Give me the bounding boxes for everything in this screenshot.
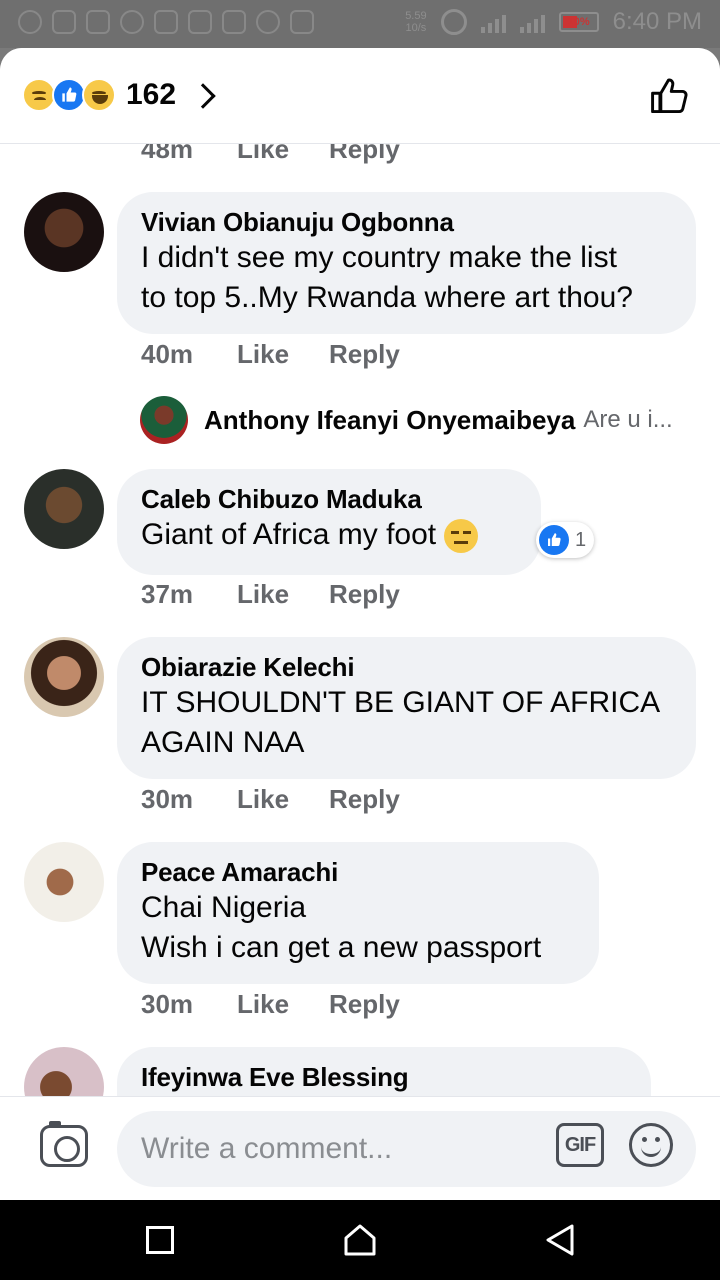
gif-button[interactable]: GIF (556, 1123, 604, 1167)
instagram-icon (290, 10, 314, 34)
reply-author[interactable]: Anthony Ifeanyi Onyemaibeya (204, 405, 575, 436)
comment-text-line: Chai Nigeria (141, 891, 307, 924)
comment-author[interactable]: Caleb Chibuzo Maduka (141, 483, 517, 515)
reply-link[interactable]: Reply (329, 144, 400, 165)
home-icon[interactable] (342, 1222, 378, 1258)
gallery-icon (188, 10, 212, 34)
reply-link[interactable]: Reply (329, 784, 400, 815)
comment-author[interactable]: Vivian Obianuju Ogbonna (141, 206, 672, 238)
camera-icon[interactable] (40, 1121, 88, 1167)
comment-author[interactable]: Ifeyinwa Eve Blessing (141, 1061, 627, 1093)
comment-meta: 30m Like Reply (141, 989, 400, 1020)
comment-reaction-badge[interactable]: 1 (536, 522, 595, 558)
reply-snippet: Are u i... (583, 406, 673, 433)
status-indicators: 5.59 10/s 10% 6:40 PM (405, 8, 702, 36)
notification-icons (18, 10, 314, 34)
sheet-header: 162 (0, 48, 720, 144)
comment-author[interactable]: Obiarazie Kelechi (141, 651, 672, 683)
message-icon (52, 10, 76, 34)
like-reaction-icon (52, 78, 86, 112)
reply-link[interactable]: Reply (329, 989, 400, 1020)
like-link[interactable]: Like (237, 339, 329, 370)
battery-icon: 10% (558, 12, 599, 32)
network-speed: 5.59 10/s (405, 10, 426, 34)
signal-icon (480, 11, 506, 33)
comment-time: 30m (141, 784, 194, 814)
avatar[interactable] (24, 637, 104, 717)
like-link[interactable]: Like (237, 144, 329, 165)
emoji-icon[interactable] (629, 1123, 673, 1167)
battery-level: 10% (567, 16, 590, 28)
comment-time: 40m (141, 339, 194, 369)
network-speed-value: 5.59 (405, 10, 427, 22)
comment-meta-previous: 48m Like Reply (141, 144, 400, 165)
comment-text-line: to top 5..My Rwanda where art thou? (141, 281, 633, 314)
android-nav-bar (0, 1200, 720, 1280)
comments-list: 48m Like Reply Vivian Obianuju Ogbonna I… (0, 144, 720, 1096)
comment-bubble[interactable]: Vivian Obianuju Ogbonna I didn't see my … (117, 192, 696, 334)
comment-reaction-count: 1 (575, 528, 587, 551)
like-link[interactable]: Like (237, 989, 329, 1020)
clock: 6:40 PM (612, 8, 702, 35)
network-speed-unit: 10/s (405, 22, 427, 34)
expressionless-emoji-icon (444, 519, 479, 554)
comment-text-line: AGAIN NAA (141, 726, 305, 759)
like-link[interactable]: Like (237, 579, 329, 610)
signal-icon-2 (519, 11, 545, 33)
comment-meta: 37m Like Reply (141, 579, 400, 610)
comment-input[interactable] (117, 1111, 696, 1187)
reply-preview[interactable]: Anthony Ifeanyi Onyemaibeya Are u i... (140, 396, 673, 444)
like-link[interactable]: Like (237, 784, 329, 815)
avatar[interactable] (24, 469, 104, 549)
comment-composer: GIF (0, 1096, 720, 1200)
comment-meta: 40m Like Reply (141, 339, 400, 370)
comment-text-line: Giant of Africa my foot (141, 515, 517, 555)
avatar[interactable] (24, 842, 104, 922)
back-icon[interactable] (542, 1222, 578, 1258)
messenger-icon (256, 10, 280, 34)
like-button-icon[interactable] (648, 74, 692, 118)
x-icon (222, 10, 246, 34)
facebook-icon (120, 10, 144, 34)
comment-bubble[interactable]: Peace Amarachi Chai Nigeria Wish i can g… (117, 842, 599, 984)
comment-text: Giant of Africa my foot (141, 518, 437, 551)
comment-bubble[interactable]: Ifeyinwa Eve Blessing (117, 1047, 651, 1096)
reactions-summary[interactable]: 162 (22, 78, 216, 112)
whatsapp-icon (18, 10, 42, 34)
comment-time: 30m (141, 989, 194, 1019)
file-icon (154, 10, 178, 34)
haha-reaction-icon (82, 78, 116, 112)
comment-time: 48m (141, 144, 194, 164)
reaction-count: 162 (126, 78, 177, 111)
comment-text-line: IT SHOULDN'T BE GIANT OF AFRICA (141, 686, 661, 719)
comments-sheet: 162 48m Like Reply Vivian Obianuju Ogbon… (0, 48, 720, 1200)
comment-time: 37m (141, 579, 194, 609)
chevron-right-icon (190, 83, 216, 109)
like-reaction-icon (539, 525, 569, 555)
alarm-icon (440, 9, 467, 35)
avatar[interactable] (24, 1047, 104, 1096)
comment-author[interactable]: Peace Amarachi (141, 856, 575, 888)
sad-reaction-icon (22, 78, 56, 112)
reply-link[interactable]: Reply (329, 579, 400, 610)
status-bar: 5.59 10/s 10% 6:40 PM (0, 0, 720, 48)
comment-text-line: I didn't see my country make the list (141, 241, 617, 274)
gif-label: GIF (564, 1133, 596, 1156)
reply-avatar[interactable] (140, 396, 188, 444)
comment-meta: 30m Like Reply (141, 784, 400, 815)
copy-icon (86, 10, 110, 34)
avatar[interactable] (24, 192, 104, 272)
comment-bubble[interactable]: Caleb Chibuzo Maduka Giant of Africa my … (117, 469, 541, 575)
reply-link[interactable]: Reply (329, 339, 400, 370)
recent-apps-icon[interactable] (146, 1226, 174, 1254)
comment-text-line: Wish i can get a new passport (141, 931, 542, 964)
comment-bubble[interactable]: Obiarazie Kelechi IT SHOULDN'T BE GIANT … (117, 637, 696, 779)
